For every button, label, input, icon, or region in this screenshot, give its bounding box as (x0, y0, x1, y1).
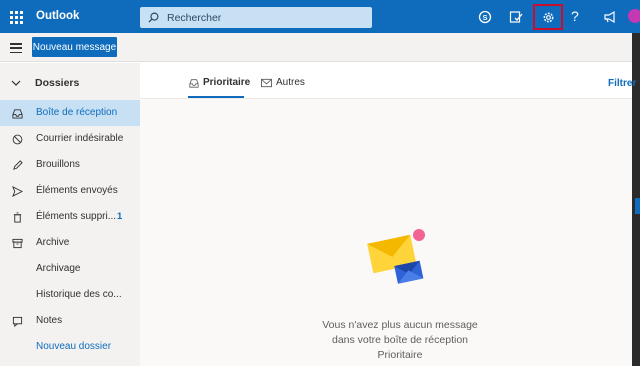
sidebar-item-junk[interactable]: Courrier indésirable (0, 126, 140, 152)
sidebar-item-label: Éléments suppri... (36, 211, 117, 222)
megaphone-icon[interactable] (600, 7, 620, 27)
sidebar-item-label: Archive (36, 237, 70, 248)
sidebar-item-label: Boîte de réception (36, 107, 118, 118)
sidebar-item-label: Historique des co... (36, 289, 122, 300)
sidebar-item-sent[interactable]: Éléments envoyés (0, 178, 140, 204)
inbox-icon (11, 107, 23, 119)
sidebar-item-deleted[interactable]: Éléments suppri... 1 (0, 204, 140, 230)
sidebar-item-archivage[interactable]: Archivage (0, 256, 140, 282)
trash-icon (11, 211, 23, 223)
sidebar-item-label: Courrier indésirable (36, 133, 124, 144)
skype-icon[interactable]: S (475, 7, 495, 27)
sidebar-item-label: Brouillons (36, 159, 80, 170)
folders-label: Dossiers (35, 77, 80, 89)
pencil-icon (11, 159, 23, 171)
help-icon[interactable]: ? (571, 8, 579, 24)
todo-icon[interactable] (506, 7, 526, 27)
sidebar-item-drafts[interactable]: Brouillons (0, 152, 140, 178)
sidebar-item-history[interactable]: Historique des co... (0, 282, 140, 308)
junk-icon (11, 133, 23, 145)
folders-header[interactable]: Dossiers (0, 73, 140, 93)
chevron-down-icon (11, 80, 21, 86)
sidebar-item-notes[interactable]: Notes (0, 308, 140, 334)
archive-icon (11, 237, 23, 249)
svg-text:S: S (482, 13, 487, 22)
folder-pane: Dossiers Boîte de réception Courrier ind… (0, 63, 140, 366)
new-folder-link[interactable]: Nouveau dossier (0, 334, 140, 360)
window-edge (628, 0, 640, 366)
app-brand[interactable]: Outlook (36, 10, 79, 22)
sidebar-item-label: Nouveau dossier (36, 341, 112, 352)
message-list-pane: Prioritaire Autres Filtrer Vous n'avez p… (140, 63, 636, 366)
active-tab-indicator (188, 96, 244, 98)
empty-state-message: Vous n'avez plus aucun message dans votr… (322, 319, 478, 361)
inbox-tray-icon (189, 79, 199, 88)
inbox-tabs: Prioritaire Autres Filtrer (140, 63, 636, 99)
hamburger-menu-icon[interactable] (10, 43, 22, 53)
sidebar-item-label: Notes (36, 315, 63, 326)
search-box[interactable]: Rechercher (140, 7, 372, 28)
settings-button[interactable] (533, 4, 563, 30)
send-icon (11, 185, 23, 197)
tab-other[interactable]: Autres (261, 77, 305, 97)
search-icon (148, 12, 159, 23)
sidebar-item-archive[interactable]: Archive (0, 230, 140, 256)
sidebar-item-label: Éléments envoyés (36, 185, 118, 196)
tab-label: Autres (276, 77, 305, 88)
unread-count-badge: 1 (117, 211, 123, 222)
new-message-button[interactable]: Nouveau message (32, 37, 117, 57)
mail-icon (261, 78, 272, 88)
filter-button[interactable]: Filtrer (608, 78, 636, 89)
app-launcher-waffle-icon[interactable] (8, 9, 24, 25)
empty-inbox-illustration-icon (367, 229, 425, 284)
note-icon (11, 315, 23, 327)
tab-label: Prioritaire (203, 77, 251, 88)
top-bar: Outlook Rechercher S ? (0, 0, 632, 33)
sidebar-item-inbox[interactable]: Boîte de réception (0, 100, 140, 126)
sidebar-item-label: Archivage (36, 263, 81, 274)
command-bar: Nouveau message (0, 33, 632, 62)
gear-icon (543, 12, 553, 22)
tab-focused[interactable]: Prioritaire (189, 77, 250, 97)
avatar[interactable] (628, 9, 640, 23)
search-placeholder: Rechercher (167, 11, 222, 24)
